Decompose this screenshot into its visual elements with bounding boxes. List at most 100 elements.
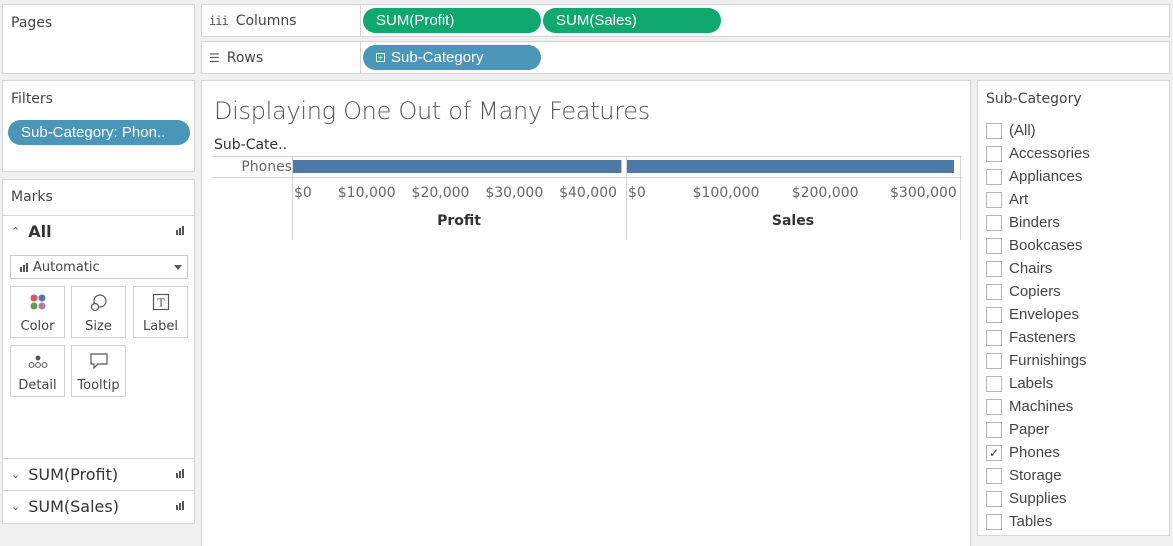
tick-label-profit: $0 [294, 185, 312, 201]
chevron-down-icon[interactable]: ⌄ [11, 500, 20, 513]
filter-item-label: Chairs [1009, 260, 1053, 277]
filter-item-art[interactable]: Art [986, 189, 1028, 210]
checkbox[interactable] [986, 306, 1002, 323]
size-icon [72, 287, 125, 313]
filter-item-label: (All) [1009, 122, 1036, 139]
tick-label-profit: $40,000 [559, 185, 618, 201]
filter-item-envelopes[interactable]: Envelopes [986, 304, 1079, 325]
marks-all-row[interactable]: ⌃ All [3, 215, 194, 247]
bar-chart-icon [176, 226, 184, 235]
filter-item-supplies[interactable]: Supplies [986, 488, 1067, 509]
tick-label-sales: $200,000 [791, 185, 859, 201]
tick-label-profit: $20,000 [411, 185, 470, 201]
filter-item-furnishings[interactable]: Furnishings [986, 350, 1087, 371]
checkbox[interactable] [986, 283, 1002, 300]
checkbox[interactable] [986, 214, 1002, 231]
tick-label-sales: $300,000 [890, 185, 957, 201]
checkbox[interactable] [986, 237, 1002, 254]
filter-item-label: Binders [1009, 214, 1060, 231]
bar-sales-phones[interactable] [627, 160, 955, 173]
checkbox[interactable] [986, 145, 1002, 162]
pill-sum-sales[interactable]: SUM(Sales) [543, 8, 721, 33]
filter-item-paper[interactable]: Paper [986, 419, 1049, 440]
checkbox[interactable] [986, 260, 1002, 277]
tick-label-profit: $10,000 [337, 185, 396, 201]
filter-item-label: Art [1009, 191, 1029, 208]
tick-label-sales: $0 [628, 185, 646, 201]
checkbox[interactable] [986, 467, 1002, 484]
filter-item-machines[interactable]: Machines [986, 396, 1073, 417]
color-button[interactable]: Color [10, 286, 65, 338]
tick-label-sales: $100,000 [692, 185, 760, 201]
filter-item-bookcases[interactable]: Bookcases [986, 235, 1082, 256]
detail-button[interactable]: Detail [10, 345, 65, 397]
filter-item-phones[interactable]: ✓ Phones [986, 442, 1060, 463]
chevron-down-icon[interactable] [174, 265, 182, 270]
rows-label: Rows [226, 49, 264, 66]
filter-item-label: Envelopes [1009, 306, 1080, 323]
marks-sum-profit-label: SUM(Profit) [28, 465, 119, 484]
filter-item-copiers[interactable]: Copiers [986, 281, 1061, 302]
filter-item-labels[interactable]: Labels [986, 373, 1053, 394]
filter-item-label: Bookcases [1009, 237, 1083, 254]
worksheet-view: Displaying One Out of Many Features Sub-… [201, 80, 971, 546]
pages-title: Pages [11, 15, 53, 31]
axis-title-sales[interactable]: Sales [627, 213, 959, 229]
columns-shelf-label: iii Columns [202, 5, 361, 36]
checkbox[interactable] [986, 191, 1002, 208]
checkbox[interactable] [986, 513, 1002, 530]
checkbox[interactable] [986, 375, 1002, 392]
checkbox[interactable] [986, 329, 1002, 346]
detail-icon [11, 346, 64, 372]
tooltip-button[interactable]: Tooltip [71, 345, 126, 397]
chevron-down-icon[interactable]: ⌄ [11, 468, 20, 481]
bar-chart-icon [176, 501, 184, 510]
filter-item-label: Labels [1009, 375, 1054, 392]
filter-item-label: Accessories [1009, 145, 1090, 162]
filter-item-accessories[interactable]: Accessories [986, 143, 1090, 164]
checkbox[interactable] [986, 352, 1002, 369]
chevron-up-icon[interactable]: ⌃ [11, 225, 20, 238]
checkbox[interactable] [986, 490, 1002, 507]
rows-shelf[interactable]: ☰ Rows + Sub-Category [201, 41, 1170, 74]
filter-pill-sub-category[interactable]: Sub-Category: Phon.. [8, 120, 190, 145]
pill-sum-profit[interactable]: SUM(Profit) [363, 8, 541, 33]
filter-item-fasteners[interactable]: Fasteners [986, 327, 1076, 348]
color-label: Color [20, 319, 55, 334]
filter-item-label: Appliances [1009, 168, 1083, 185]
filter-item-label: Phones [1009, 444, 1060, 461]
filter-item-label: Storage [1009, 467, 1062, 484]
filter-item-appliances[interactable]: Appliances [986, 166, 1082, 187]
filter-item-all[interactable]: (All) [986, 120, 1036, 141]
size-button[interactable]: Size [71, 286, 126, 338]
checkbox[interactable] [986, 168, 1002, 185]
pill-sub-category[interactable]: + Sub-Category [363, 45, 541, 70]
marks-sum-sales-label: SUM(Sales) [28, 497, 119, 516]
columns-shelf[interactable]: iii Columns SUM(Profit) SUM(Sales) [201, 4, 1170, 37]
mark-type-dropdown[interactable]: Automatic [10, 255, 188, 279]
checkbox-checked[interactable]: ✓ [986, 444, 1002, 461]
axis-title-profit[interactable]: Profit [293, 213, 625, 229]
filter-item-binders[interactable]: Binders [986, 212, 1060, 233]
filter-item-label: Machines [1009, 398, 1074, 415]
expand-icon[interactable]: + [376, 53, 385, 62]
pages-card[interactable]: Pages [2, 4, 195, 74]
marks-sum-sales-row[interactable]: ⌄ SUM(Sales) [3, 490, 194, 522]
filters-card[interactable]: Filters Sub-Category: Phon.. [2, 80, 195, 172]
filter-item-storage[interactable]: Storage [986, 465, 1062, 486]
filter-item-tables[interactable]: Tables [986, 511, 1052, 532]
bar-profit-phones[interactable] [293, 160, 622, 173]
marks-card: Marks ⌃ All Automatic Color Size T Label… [2, 179, 195, 524]
checkbox[interactable] [986, 421, 1002, 438]
checkbox[interactable] [986, 398, 1002, 415]
bar-chart-icon [176, 469, 184, 478]
filter-item-chairs[interactable]: Chairs [986, 258, 1052, 279]
label-button[interactable]: T Label [133, 286, 188, 338]
marks-sum-profit-row[interactable]: ⌄ SUM(Profit) [3, 458, 194, 490]
label-label: Label [142, 319, 179, 334]
filter-list-title: Sub-Category [986, 91, 1082, 107]
sub-category-filter-card: Sub-Category (All) Accessories Appliances A… [977, 80, 1170, 536]
checkbox[interactable] [986, 122, 1002, 139]
filter-item-label: Tables [1009, 513, 1053, 530]
filter-item-label: Fasteners [1009, 329, 1076, 346]
